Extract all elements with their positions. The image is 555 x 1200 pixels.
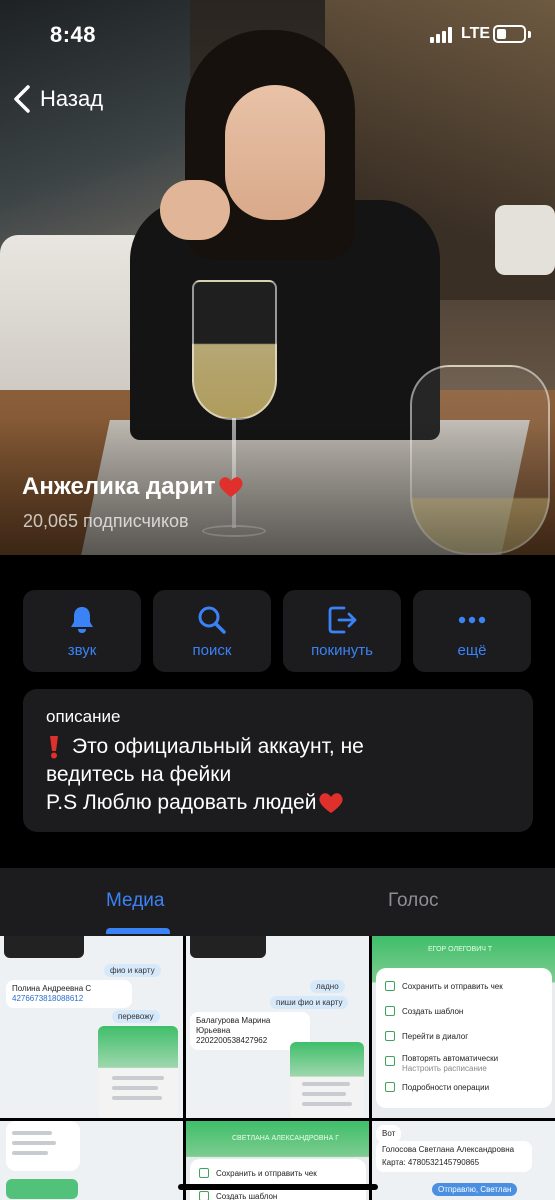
leave-label: покинуть: [311, 642, 373, 659]
status-bar: 8:48 LTE: [0, 0, 555, 70]
more-button[interactable]: ещё: [413, 590, 531, 672]
bell-icon: [71, 607, 93, 633]
leave-icon: [328, 606, 357, 634]
description-line-2: ведитесь на фейки: [46, 763, 232, 786]
cellular-signal-icon: [430, 27, 456, 43]
leave-button[interactable]: покинуть: [283, 590, 401, 672]
media-thumbnail[interactable]: ЕГОР ОЛЕГОВИЧ Т Сохранить и отправить че…: [372, 936, 555, 1118]
heart-emoji-icon: [319, 793, 344, 813]
network-type: LTE: [461, 25, 491, 42]
tab-media[interactable]: Медиа: [106, 890, 164, 912]
tab-voice[interactable]: Голос: [388, 890, 439, 912]
more-icon: [458, 616, 486, 624]
heart-emoji-icon: [219, 477, 243, 497]
subscriber-count: 20,065 подписчиков: [23, 511, 189, 531]
channel-title: Анжелика дарит: [22, 473, 244, 501]
status-time: 8:48: [50, 22, 97, 47]
chevron-left-icon: [14, 85, 30, 113]
mute-button[interactable]: звук: [23, 590, 141, 672]
channel-name: Анжелика дарит: [22, 473, 216, 500]
back-button[interactable]: Назад: [10, 82, 103, 116]
description-line-1: Это официальный аккаунт, не: [72, 735, 364, 758]
channel-description: описание Это официальный аккаунт, не вед…: [23, 689, 533, 832]
search-icon: [198, 606, 226, 634]
active-tab-indicator: [106, 928, 170, 934]
search-label: поиск: [192, 642, 232, 659]
exclamation-emoji-icon: [50, 736, 58, 759]
media-tabs: Медиа Голос: [0, 868, 555, 936]
back-label: Назад: [40, 86, 104, 111]
media-thumbnail[interactable]: [0, 1121, 183, 1200]
more-label: ещё: [457, 642, 487, 659]
media-grid: фио и карту Полина Андреевна С 427667381…: [0, 936, 555, 1200]
description-heading: описание: [46, 707, 121, 726]
channel-profile-screen: 8:48 LTE Назад Анжелика дарит 20,065 под…: [0, 0, 555, 1200]
battery-icon: [493, 25, 526, 43]
media-thumbnail[interactable]: ладно пиши фио и карту Балагурова Марина…: [186, 936, 369, 1118]
channel-actions: звук поиск покинуть ещё: [23, 590, 533, 672]
mute-label: звук: [67, 642, 97, 659]
media-thumbnail[interactable]: Вот Голосова Светлана Александровна Карт…: [372, 1121, 555, 1200]
description-line-3: P.S Люблю радовать людей: [46, 791, 317, 814]
home-indicator: [178, 1184, 378, 1190]
media-thumbnail[interactable]: фио и карту Полина Андреевна С 427667381…: [0, 936, 183, 1118]
search-button[interactable]: поиск: [153, 590, 271, 672]
